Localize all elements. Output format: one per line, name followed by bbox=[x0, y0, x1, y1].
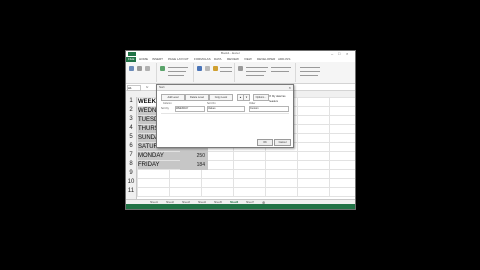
sort-on-select[interactable]: Values bbox=[207, 106, 245, 112]
data-validation-label bbox=[246, 75, 264, 76]
access-icon[interactable] bbox=[129, 66, 134, 71]
dialog-title-bar: Sort × bbox=[157, 85, 293, 91]
row-number[interactable]: 5 bbox=[126, 134, 136, 140]
text-icon[interactable] bbox=[145, 66, 150, 71]
consolidate-label bbox=[271, 67, 291, 68]
cell-value[interactable]: 250 bbox=[185, 152, 205, 160]
close-icon[interactable]: × bbox=[346, 51, 348, 56]
sort-dialog: Sort × Add Level Delete Level Copy Level… bbox=[156, 84, 294, 148]
column-header: Column bbox=[163, 102, 172, 105]
order-select[interactable]: Custom bbox=[249, 106, 289, 112]
ribbon-group-get-data bbox=[126, 63, 157, 82]
row-number[interactable]: 6 bbox=[126, 143, 136, 149]
row-number[interactable]: 4 bbox=[126, 125, 136, 131]
connections-label bbox=[168, 67, 188, 68]
ok-button[interactable]: OK bbox=[257, 139, 273, 146]
cancel-button[interactable]: Cancel bbox=[274, 139, 291, 146]
row-number[interactable]: 10 bbox=[126, 179, 136, 185]
sort-icon[interactable] bbox=[205, 66, 210, 71]
my-data-has-headers-checkbox[interactable]: ☑ My data has headers bbox=[269, 94, 293, 104]
order-header: Order bbox=[249, 102, 256, 105]
move-down-icon[interactable]: ▼ bbox=[243, 94, 250, 101]
text-to-columns-icon[interactable] bbox=[238, 66, 243, 71]
cell-value[interactable]: 184 bbox=[185, 161, 205, 169]
sort-az-icon[interactable] bbox=[197, 66, 202, 71]
row-number[interactable]: 7 bbox=[126, 152, 136, 158]
sort-column-select[interactable]: WEEKDAY bbox=[175, 106, 205, 112]
cell-day[interactable]: FRIDAY bbox=[138, 161, 180, 169]
flash-fill-label bbox=[246, 67, 268, 68]
what-if-label bbox=[271, 71, 289, 72]
fx-icon[interactable]: fx bbox=[146, 84, 148, 90]
ribbon-group-connections bbox=[157, 63, 194, 82]
close-icon[interactable]: × bbox=[289, 85, 291, 90]
my-data-has-headers-label: My data has headers bbox=[269, 95, 286, 103]
row-number[interactable]: 1 bbox=[126, 98, 136, 104]
edit-links-label bbox=[168, 75, 184, 76]
copy-level-button[interactable]: Copy Level bbox=[209, 94, 233, 101]
options-button[interactable]: Options... bbox=[253, 94, 269, 101]
row-number[interactable]: 3 bbox=[126, 116, 136, 122]
clear-label bbox=[220, 67, 232, 68]
delete-level-button[interactable]: Delete Level bbox=[185, 94, 209, 101]
row-number[interactable]: 8 bbox=[126, 161, 136, 167]
sort-on-header: Sort On bbox=[207, 102, 216, 105]
properties-label bbox=[168, 71, 186, 72]
row-number[interactable]: 2 bbox=[126, 107, 136, 113]
cell-day[interactable]: MONDAY bbox=[138, 152, 180, 160]
reapply-label bbox=[220, 71, 232, 72]
subtotal-label bbox=[300, 75, 318, 76]
minimize-icon[interactable]: – bbox=[331, 51, 333, 56]
group-label bbox=[300, 67, 320, 68]
excel-logo-icon bbox=[128, 52, 136, 56]
window-title: Book1 - Excel bbox=[221, 51, 240, 55]
ribbon-group-data-tools bbox=[235, 63, 296, 82]
ribbon bbox=[126, 62, 355, 84]
sort-levels-list[interactable] bbox=[161, 113, 289, 136]
row-headers: 1 2 3 4 5 6 7 8 9 10 11 bbox=[126, 97, 137, 209]
dialog-title: Sort bbox=[159, 85, 165, 89]
maximize-icon[interactable]: □ bbox=[338, 51, 340, 56]
sort-by-label: Sort by bbox=[161, 107, 169, 110]
ribbon-group-sort-filter bbox=[194, 63, 235, 82]
refresh-icon[interactable] bbox=[160, 66, 165, 71]
web-icon[interactable] bbox=[137, 66, 142, 71]
remove-duplicates-label bbox=[246, 71, 266, 72]
add-level-button[interactable]: Add Level bbox=[161, 94, 185, 101]
filter-icon[interactable] bbox=[213, 66, 218, 71]
row-number[interactable]: 9 bbox=[126, 170, 136, 176]
ungroup-label bbox=[300, 71, 320, 72]
status-bar bbox=[126, 204, 355, 209]
row-number[interactable]: 11 bbox=[126, 188, 136, 194]
ribbon-group-outline bbox=[296, 63, 354, 82]
